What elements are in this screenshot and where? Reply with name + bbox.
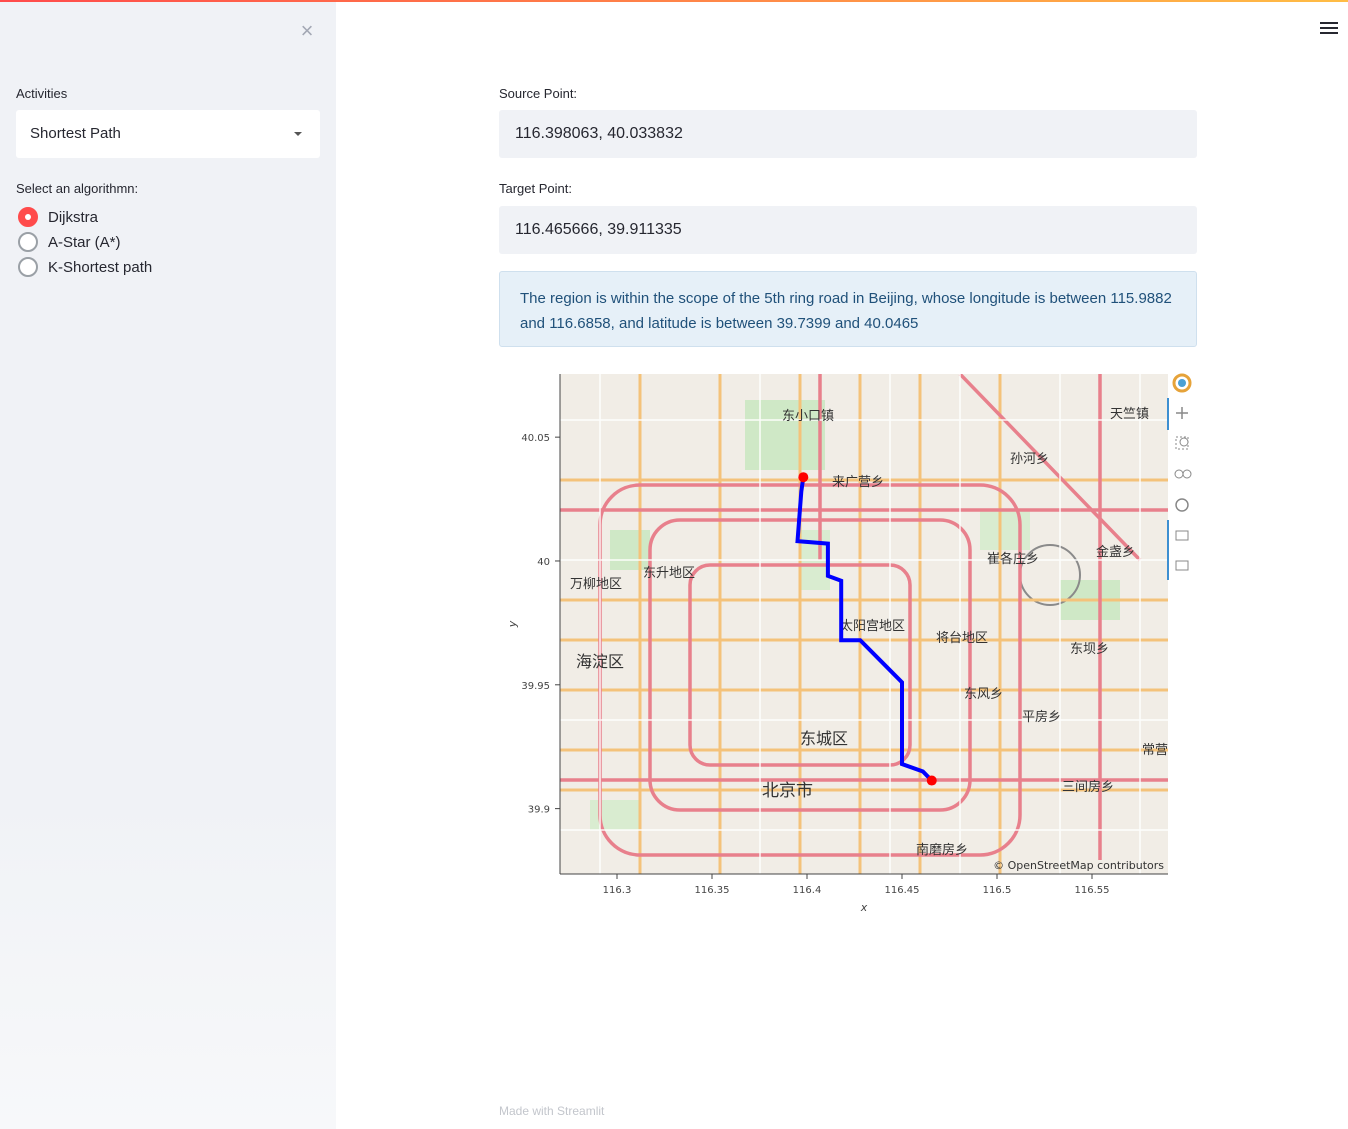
activities-select[interactable]: Shortest Path xyxy=(16,110,320,158)
place-label: 崔各庄乡 xyxy=(987,551,1039,567)
hover-icon[interactable] xyxy=(1175,560,1189,571)
radio-astar[interactable]: A-Star (A*) xyxy=(18,231,121,253)
x-tick-label: 116.55 xyxy=(1075,885,1110,896)
radio-button[interactable] xyxy=(18,232,38,252)
place-label: 万柳地区 xyxy=(570,577,622,592)
y-tick-label: 40 xyxy=(537,557,550,568)
place-label: 东城区 xyxy=(800,729,848,748)
basemap: 东小口镇 天竺镇 孙河乡 来广营乡 崔各庄乡 金盏乡 东升地区 万柳地区 太阳宫… xyxy=(560,374,1168,874)
y-tick-label: 39.9 xyxy=(528,805,550,816)
hamburger-menu-icon[interactable] xyxy=(1320,20,1338,38)
activities-label: Activities xyxy=(16,86,68,101)
radio-button[interactable] xyxy=(18,257,38,277)
place-label: 海淀区 xyxy=(576,652,624,671)
place-label: 北京市 xyxy=(762,781,813,801)
target-label: Target Point: xyxy=(499,181,572,196)
place-label: 南磨房乡 xyxy=(916,842,968,858)
info-alert: The region is within the scope of the 5t… xyxy=(499,271,1197,347)
place-label: 金盏乡 xyxy=(1096,544,1135,560)
target-input[interactable] xyxy=(499,206,1197,254)
target-input-box[interactable] xyxy=(499,206,1197,254)
place-label: 孙河乡 xyxy=(1010,452,1049,467)
place-label: 东坝乡 xyxy=(1070,642,1109,657)
y-axis-label: y xyxy=(506,620,519,628)
sidebar: × Activities Shortest Path Select an alg… xyxy=(0,2,336,1129)
hover-icon[interactable] xyxy=(1175,530,1189,541)
x-tick-label: 116.4 xyxy=(793,885,822,896)
x-tick-label: 116.45 xyxy=(885,885,920,896)
footer-made-with-streamlit[interactable]: Made with Streamlit xyxy=(499,1104,604,1118)
x-tick-label: 116.5 xyxy=(983,885,1012,896)
target-marker xyxy=(926,775,937,786)
box-zoom-icon[interactable] xyxy=(1175,436,1189,450)
pan-icon[interactable] xyxy=(1176,407,1188,419)
place-label: 平房乡 xyxy=(1022,709,1061,725)
x-tick-label: 116.35 xyxy=(695,885,730,896)
place-label: 东风乡 xyxy=(964,687,1003,702)
radio-label: K-Shortest path xyxy=(48,258,153,276)
source-label: Source Point: xyxy=(499,86,578,101)
radio-dijkstra[interactable]: Dijkstra xyxy=(18,206,98,228)
source-input[interactable] xyxy=(499,110,1197,158)
plot-toolbar xyxy=(1167,373,1192,580)
y-tick-label: 40.05 xyxy=(521,433,550,444)
source-input-box[interactable] xyxy=(499,110,1197,158)
algorithm-label: Select an algorithmn: xyxy=(16,181,139,196)
place-label: 东升地区 xyxy=(643,566,695,581)
close-sidebar-icon[interactable]: × xyxy=(296,20,318,42)
reset-icon[interactable] xyxy=(1175,498,1189,512)
wheel-zoom-icon[interactable] xyxy=(1174,469,1192,479)
place-label: 东小口镇 xyxy=(782,409,834,424)
radio-k-shortest[interactable]: K-Shortest path xyxy=(18,256,152,278)
y-tick-label: 39.95 xyxy=(521,681,550,692)
place-label: 天竺镇 xyxy=(1110,407,1149,422)
place-label: 将台地区 xyxy=(936,631,988,646)
chevron-down-icon xyxy=(294,132,302,136)
map-attribution: © OpenStreetMap contributors xyxy=(993,859,1164,872)
x-tick-label: 116.3 xyxy=(603,885,632,896)
source-marker xyxy=(798,472,809,483)
place-label: 太阳宫地区 xyxy=(840,619,905,634)
radio-label: Dijkstra xyxy=(48,208,99,226)
place-label: 常营 xyxy=(1142,743,1168,758)
activities-selected-value: Shortest Path xyxy=(30,125,121,142)
radio-button[interactable] xyxy=(18,207,38,227)
map-plot[interactable]: 东小口镇 天竺镇 孙河乡 来广营乡 崔各庄乡 金盏乡 东升地区 万柳地区 太阳宫… xyxy=(500,360,1200,920)
x-axis-label: x xyxy=(860,901,868,914)
place-label: 三间房乡 xyxy=(1062,779,1114,795)
place-label: 来广营乡 xyxy=(832,475,884,490)
bokeh-logo-icon[interactable] xyxy=(1172,373,1192,393)
radio-label: A-Star (A*) xyxy=(48,233,121,251)
